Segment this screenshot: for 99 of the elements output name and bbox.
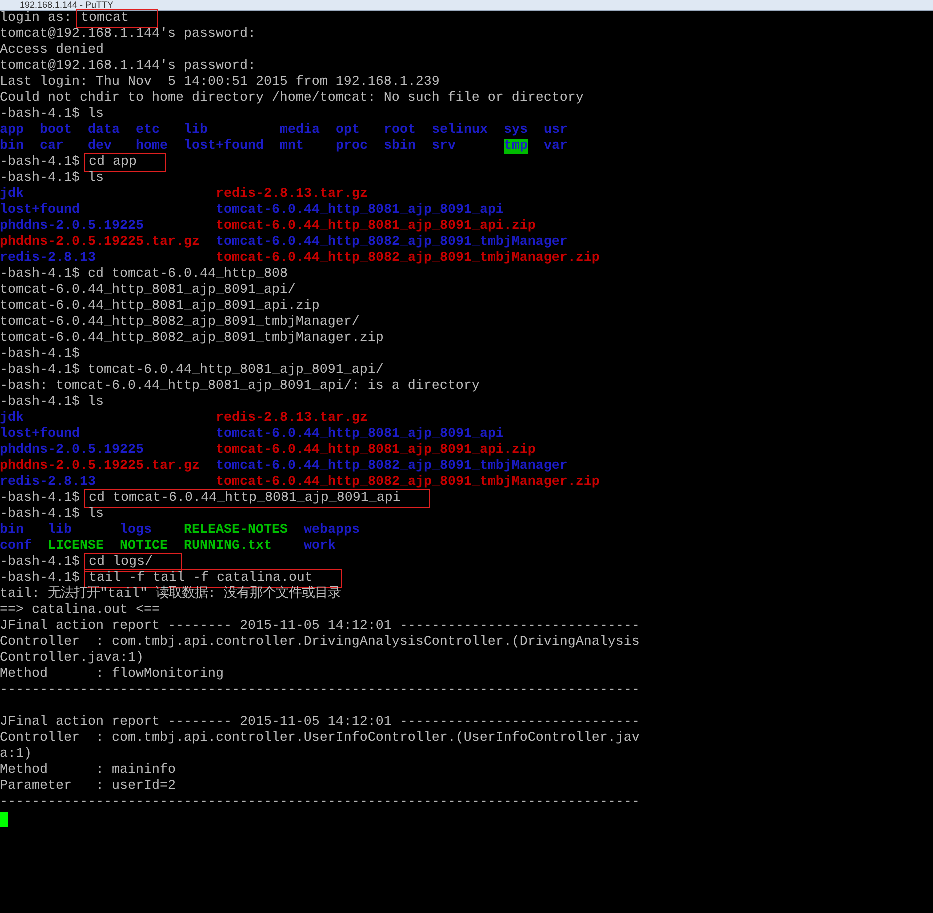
- text-cursor: [0, 812, 8, 827]
- file-name: selinux: [432, 123, 488, 138]
- file-name: phddns-2.0.5.19225.tar.gz: [0, 235, 200, 250]
- file-name: tomcat-6.0.44_http_8082_ajp_8091_tmbjManager.zip: [216, 475, 600, 490]
- file-name: tomcat-6.0.44_http_8082_ajp_8091_tmbjManager: [216, 235, 568, 250]
- file-name: redis-2.8.13.tar.gz: [216, 187, 368, 202]
- shell-prompt: -bash-4.1$: [0, 363, 80, 379]
- typed-command: ls: [88, 395, 104, 411]
- output-line: --------------------------------------------------------------------------------: [0, 795, 640, 811]
- file-name: opt: [336, 123, 360, 138]
- file-name: logs: [120, 523, 152, 538]
- file-name: tomcat-6.0.44_http_8082_ajp_8091_tmbjManager: [216, 459, 568, 474]
- file-name: bin: [0, 139, 24, 154]
- file-name: var: [544, 139, 568, 154]
- output-line: tomcat-6.0.44_http_8081_ajp_8091_api/: [0, 283, 296, 299]
- file-name: redis-2.8.13: [0, 251, 96, 266]
- output-line: Controller : com.tmbj.api.controller.DrivingAnalysisController.(DrivingAnalysis: [0, 635, 640, 651]
- shell-prompt: -bash-4.1$: [0, 571, 80, 586]
- file-name: bin: [0, 523, 24, 538]
- file-name: phddns-2.0.5.19225: [0, 443, 144, 458]
- typed-command: cd tomcat-6.0.44_http_808: [88, 267, 288, 283]
- output-line: Access denied: [0, 43, 104, 59]
- shell-prompt: -bash-4.1$: [0, 491, 80, 507]
- output-line: Method : maininfo: [0, 763, 176, 779]
- file-name: tomcat-6.0.44_http_8081_ajp_8091_api: [216, 427, 504, 442]
- shell-prompt: -bash-4.1$: [0, 267, 80, 283]
- typed-command: ls: [88, 107, 104, 123]
- file-name: car: [40, 139, 64, 154]
- window-title: 192.168.1.144 - PuTTY: [20, 0, 114, 10]
- file-name: home: [136, 139, 168, 154]
- shell-prompt: -bash-4.1$: [0, 107, 80, 123]
- typed-command: tomcat-6.0.44_http_8081_ajp_8091_api/: [88, 363, 384, 379]
- shell-prompt: -bash-4.1$: [0, 507, 80, 523]
- shell-prompt: -bash-4.1$: [0, 395, 80, 411]
- highlighted-command: cd app: [84, 153, 166, 172]
- output-line: Controller : com.tmbj.api.controller.UserInfoController.(UserInfoController.jav: [0, 731, 640, 747]
- file-name: lib: [48, 523, 72, 538]
- file-name: sys: [504, 123, 528, 138]
- file-name: phddns-2.0.5.19225: [0, 219, 144, 234]
- file-name: lib: [184, 123, 208, 138]
- output-line: --------------------------------------------------------------------------------: [0, 683, 640, 699]
- output-line: Method : flowMonitoring: [0, 667, 224, 683]
- output-line: Could not chdir to home directory /home/tomcat: No such file or directory: [0, 91, 584, 107]
- output-line: tail: 无法打开"tail" 读取数据: 没有那个文件或目录: [0, 587, 341, 603]
- output-line: tomcat-6.0.44_http_8081_ajp_8091_api.zip: [0, 299, 320, 315]
- output-line: Parameter : userId=2: [0, 779, 176, 795]
- output-line: tomcat-6.0.44_http_8082_ajp_8091_tmbjManager/: [0, 315, 360, 331]
- output-line: ==> catalina.out <==: [0, 603, 160, 619]
- output-line: JFinal action report -------- 2015-11-05 14:12:01 ------------------------------: [0, 715, 640, 731]
- output-line: -bash: tomcat-6.0.44_http_8081_ajp_8091_api/: is a directory: [0, 379, 480, 395]
- file-name: mnt: [280, 139, 304, 154]
- file-name: NOTICE: [120, 539, 168, 554]
- file-name: root: [384, 123, 416, 138]
- file-name: phddns-2.0.5.19225.tar.gz: [0, 459, 200, 474]
- file-name: lost+found: [0, 203, 80, 218]
- file-name: RUNNING.txt: [184, 539, 272, 554]
- file-name: LICENSE: [48, 539, 104, 554]
- shell-prompt: -bash-4.1$: [0, 155, 80, 171]
- output-line: a:1): [0, 747, 32, 763]
- file-name: jdk: [0, 411, 24, 426]
- file-name: tomcat-6.0.44_http_8081_ajp_8091_api.zip: [216, 219, 536, 234]
- file-name: redis-2.8.13: [0, 475, 96, 490]
- file-name: sbin: [384, 139, 416, 154]
- shell-prompt: -bash-4.1$: [0, 171, 80, 187]
- file-name: conf: [0, 539, 32, 554]
- file-name: tomcat-6.0.44_http_8082_ajp_8091_tmbjManager.zip: [216, 251, 600, 266]
- file-name: app: [0, 123, 24, 138]
- highlighted-command: tomcat: [76, 9, 158, 28]
- shell-prompt: -bash-4.1$: [0, 555, 80, 571]
- file-name: srv: [432, 139, 456, 154]
- file-name: usr: [544, 123, 568, 138]
- shell-prompt: login as:: [0, 11, 72, 27]
- file-name: lost+found: [0, 427, 80, 442]
- file-name: data: [88, 123, 120, 138]
- output-line: tomcat@192.168.1.144's password:: [0, 27, 256, 43]
- file-name: lost+found: [184, 139, 264, 154]
- file-name: media: [280, 123, 320, 138]
- file-name: jdk: [0, 187, 24, 202]
- file-name: proc: [336, 139, 368, 154]
- file-name: tomcat-6.0.44_http_8081_ajp_8091_api.zip: [216, 443, 536, 458]
- output-line: JFinal action report -------- 2015-11-05 14:12:01 ------------------------------: [0, 619, 640, 635]
- file-name: dev: [88, 139, 112, 154]
- highlighted-command: cd logs/: [84, 553, 182, 572]
- file-name: redis-2.8.13.tar.gz: [216, 411, 368, 426]
- file-name: tmp: [504, 139, 528, 154]
- file-name: RELEASE-NOTES: [184, 523, 288, 538]
- output-line: Controller.java:1): [0, 651, 144, 667]
- typed-command: ls: [88, 507, 104, 523]
- output-line: tomcat-6.0.44_http_8082_ajp_8091_tmbjManager.zip: [0, 331, 384, 347]
- typed-command: ls: [88, 171, 104, 187]
- file-name: tomcat-6.0.44_http_8081_ajp_8091_api: [216, 203, 504, 218]
- file-name: etc: [136, 123, 160, 138]
- output-line: Last login: Thu Nov 5 14:00:51 2015 from 192.168.1.239: [0, 75, 440, 91]
- shell-prompt: -bash-4.1$: [0, 347, 80, 363]
- file-name: boot: [40, 123, 72, 138]
- highlighted-command: cd tomcat-6.0.44_http_8081_ajp_8091_api: [84, 489, 430, 508]
- file-name: work: [304, 539, 336, 554]
- file-name: webapps: [304, 523, 360, 538]
- output-line: tomcat@192.168.1.144's password:: [0, 59, 256, 75]
